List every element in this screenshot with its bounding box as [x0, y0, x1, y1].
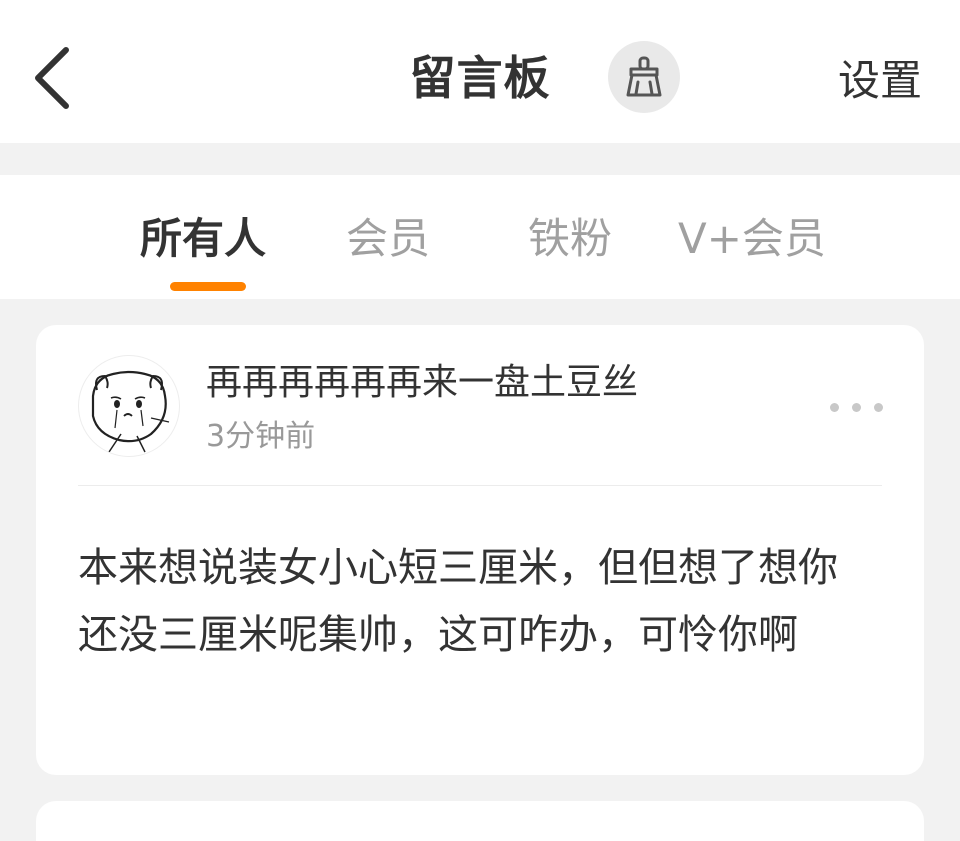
top-nav-bar: 留言板 设置 — [0, 0, 960, 143]
message-card: 再再再再再再来一盘土豆丝 3分钟前 本来想说装女小心短三厘米，但但想了想你还没三… — [36, 325, 924, 775]
message-timestamp: 3分钟前 — [206, 419, 316, 454]
back-button[interactable] — [26, 40, 86, 116]
more-options-button[interactable] — [824, 391, 888, 423]
page-title: 留言板 — [409, 51, 551, 105]
clean-button[interactable] — [608, 41, 680, 113]
sad-cat-avatar[interactable] — [78, 355, 180, 457]
next-message-card — [36, 801, 924, 841]
settings-button[interactable]: 设置 — [820, 52, 940, 110]
message-content: 本来想说装女小心短三厘米，但但想了想你还没三厘米呢集帅，这可咋办，可怜你啊 — [78, 545, 838, 658]
filter-tabs: 所有人 会员 铁粉 V+会员 — [0, 175, 960, 299]
more-dots-icon — [874, 403, 883, 412]
tab-all[interactable]: 所有人 — [140, 211, 266, 267]
active-tab-indicator — [170, 282, 246, 291]
message-username[interactable]: 再再再再再再来一盘土豆丝 — [206, 359, 638, 407]
tab-iron-fans[interactable]: 铁粉 — [528, 211, 612, 267]
sad-cat-avatar-icon — [91, 370, 170, 453]
tab-v-plus-members[interactable]: V+会员 — [678, 211, 826, 267]
broom-icon — [626, 56, 662, 97]
more-dots-icon — [830, 403, 839, 412]
chevron-left-icon — [35, 47, 69, 109]
more-dots-icon — [852, 403, 861, 412]
tab-members[interactable]: 会员 — [346, 211, 430, 267]
card-divider — [78, 485, 882, 486]
